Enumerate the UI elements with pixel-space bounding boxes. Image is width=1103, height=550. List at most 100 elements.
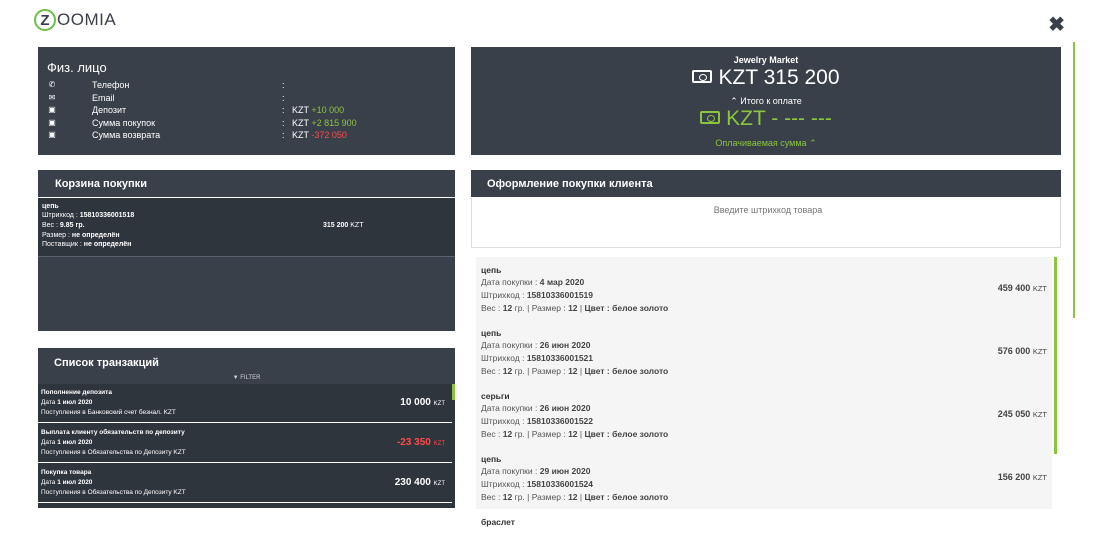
logo-text: OOMIA bbox=[57, 10, 117, 29]
total-label-text: Итого к оплате bbox=[740, 96, 802, 106]
product-name: браслет bbox=[481, 517, 515, 527]
transactions-title: Список транзакций bbox=[54, 357, 159, 369]
info-value: KZT +2 815 900 bbox=[292, 117, 357, 128]
chevron-up-icon: ⌃ bbox=[730, 96, 741, 106]
store-name: Jewelry Market bbox=[733, 55, 799, 65]
product-price: 576 000 KZT bbox=[997, 346, 1047, 356]
customer-info-row: ▣ Депозит: KZT +10 000 bbox=[47, 105, 447, 117]
money-icon bbox=[700, 111, 721, 124]
transaction-amount: 230 400 KZT bbox=[394, 477, 445, 488]
product-barcode: Штрихкод : 15810336001522 bbox=[481, 416, 594, 426]
customer-info-row: ✉ Email: bbox=[47, 93, 447, 105]
product-date: Дата покупки : 29 июн 2020 bbox=[481, 466, 591, 476]
transaction-row[interactable]: Пополнение депозита Дата 1 июл 2020 Поступ… bbox=[38, 384, 452, 423]
transaction-date: Дата 1 июл 2020 bbox=[41, 399, 93, 406]
transactions-list[interactable]: Пополнение депозита Дата 1 июл 2020 Поступ… bbox=[38, 384, 455, 508]
customer-info-row: ▣ Сумма покупок: KZT +2 815 900 bbox=[47, 118, 447, 130]
cart-item-name: цепь bbox=[42, 203, 59, 210]
money-icon bbox=[692, 70, 713, 83]
close-icon[interactable]: ✖ bbox=[1048, 12, 1065, 37]
product-date: Дата покупки : 26 июн 2020 bbox=[481, 340, 591, 350]
info-amount: +2 815 900 bbox=[311, 117, 357, 128]
info-separator: : bbox=[282, 80, 285, 90]
info-label: Телефон bbox=[92, 80, 130, 90]
info-separator: : bbox=[282, 117, 285, 128]
customer-card: Физ. лицо ✆ Телефон: ✉ Email: ▣ Депозит: KZT… bbox=[38, 47, 455, 155]
barcode-input[interactable] bbox=[472, 204, 1064, 216]
customer-info-row: ▣ Сумма возврата: KZT -372 050 bbox=[47, 130, 447, 142]
transactions-scrollbar[interactable] bbox=[452, 384, 455, 400]
cart-item[interactable]: цепь Штрихкод : 15810336001518 Вес : 9.8… bbox=[38, 198, 455, 257]
total-label[interactable]: ⌃ Итого к оплате bbox=[471, 96, 1061, 107]
cart-item-weight: Вес : 9.85 гр. bbox=[42, 222, 85, 229]
info-label: Сумма покупок bbox=[92, 117, 156, 128]
envelope-icon: ✉ bbox=[48, 92, 56, 102]
product-row[interactable]: цепь Дата покупки : 29 июн 2020 Штрихкод :… bbox=[476, 446, 1052, 510]
product-name: цепь bbox=[481, 454, 502, 464]
product-row[interactable]: цепь Дата покупки : 26 июн 2020 Штрихкод :… bbox=[476, 320, 1052, 384]
transaction-date: Дата 1 июл 2020 bbox=[41, 439, 93, 446]
products-list[interactable]: браслет цепь Дата покупки : 4 мар 2020 Штр… bbox=[476, 257, 1052, 550]
product-barcode: Штрихкод : 15810336001519 bbox=[481, 290, 594, 300]
app-logo[interactable]: Z OOMIA bbox=[34, 6, 116, 34]
transaction-title: Пополнение депозита bbox=[41, 389, 112, 396]
total-amount: KZT 315 200 bbox=[471, 66, 1061, 90]
total-amount-value: KZT 315 200 bbox=[718, 66, 840, 89]
customer-type-title: Физ. лицо bbox=[47, 60, 107, 75]
product-price: 156 200 KZT bbox=[997, 472, 1047, 482]
info-label: Сумма возврата bbox=[92, 130, 161, 140]
product-row[interactable]: серьги Дата покупки : 26 июн 2020 Штрихкод… bbox=[476, 383, 1052, 447]
money-icon: ▣ bbox=[48, 130, 56, 139]
phone-icon: ✆ bbox=[48, 80, 56, 89]
filter-label: FILTER bbox=[240, 375, 261, 381]
cart-header: Корзина покупки bbox=[38, 170, 455, 197]
product-barcode: Штрихкод : 15810336001521 bbox=[481, 353, 594, 363]
info-amount: +10 000 bbox=[311, 105, 345, 115]
transaction-amount: -23 350 KZT bbox=[396, 437, 445, 448]
filter-button[interactable]: ▼ FILTER bbox=[38, 375, 455, 381]
money-icon: ▣ bbox=[48, 105, 56, 114]
transaction-amount: 10 000 KZT bbox=[400, 397, 445, 408]
product-details: Вес : 12 гр. | Размер : 12 | Цвет : бело… bbox=[481, 492, 669, 502]
amount-to-pay: KZT - --- --- bbox=[471, 107, 1061, 131]
info-value: KZT -372 050 bbox=[292, 130, 347, 140]
paid-amount-toggle[interactable]: Оплачиваемая сумма ⌃ bbox=[471, 138, 1061, 149]
info-separator: : bbox=[282, 130, 285, 140]
cart-item-supplier: Поставщик : не определён bbox=[42, 241, 132, 248]
product-name: цепь bbox=[481, 328, 502, 338]
cart-item-size: Размер : не определён bbox=[42, 232, 120, 239]
amount-to-pay-value: KZT - --- --- bbox=[726, 107, 832, 130]
product-price: 459 400 KZT bbox=[997, 283, 1047, 293]
product-barcode: Штрихкод : 15810336001524 bbox=[481, 479, 594, 489]
cart-title: Корзина покупки bbox=[55, 178, 147, 190]
product-date: Дата покупки : 4 мар 2020 bbox=[481, 277, 585, 287]
transaction-date: Дата 1 июл 2020 bbox=[41, 479, 93, 486]
info-separator: : bbox=[282, 105, 285, 115]
page-scrollbar[interactable] bbox=[1073, 42, 1075, 318]
cart-item-barcode: Штрихкод : 15810336001518 bbox=[42, 212, 135, 219]
product-row[interactable]: цепь Дата покупки : 4 мар 2020 Штрихкод : … bbox=[476, 257, 1052, 321]
transaction-row[interactable]: Выплата клиенту обязательств по депозиту… bbox=[38, 424, 452, 463]
transaction-note: Поступления в Обязательства по Депозиту … bbox=[41, 449, 186, 456]
info-separator: : bbox=[282, 92, 285, 103]
products-scrollbar[interactable] bbox=[1054, 257, 1057, 454]
checkout-title: Оформление покупки клиента bbox=[487, 178, 653, 190]
transaction-note: Поступления в Банковский счет безнал. KZ… bbox=[41, 409, 176, 416]
info-amount: -372 050 bbox=[311, 130, 347, 140]
transaction-row[interactable]: Покупка товара Дата 1 июл 2020 Поступления… bbox=[38, 464, 452, 503]
product-details: Вес : 12 гр. | Размер : 12 | Цвет : бело… bbox=[481, 429, 669, 439]
transaction-note: Поступления в Обязательства по Депозиту … bbox=[41, 489, 186, 496]
product-name: серьги bbox=[481, 391, 510, 401]
product-details: Вес : 12 гр. | Размер : 12 | Цвет : бело… bbox=[481, 366, 669, 376]
payment-summary-card: Jewelry Market KZT 315 200 ⌃ Итого к опл… bbox=[471, 47, 1061, 155]
info-label: Email bbox=[92, 92, 115, 103]
customer-info-row: ✆ Телефон: bbox=[47, 80, 447, 92]
product-price: 245 050 KZT bbox=[997, 409, 1047, 419]
info-value: KZT +10 000 bbox=[292, 105, 345, 115]
chevron-up-icon: ⌃ bbox=[806, 138, 817, 148]
barcode-search-box bbox=[471, 198, 1064, 248]
cart-item-price: 315 200 KZT bbox=[323, 222, 364, 229]
logo-mark: Z bbox=[34, 9, 56, 31]
transaction-title: Покупка товара bbox=[41, 469, 92, 476]
transaction-title: Выплата клиенту обязательств по депозиту bbox=[41, 429, 185, 436]
